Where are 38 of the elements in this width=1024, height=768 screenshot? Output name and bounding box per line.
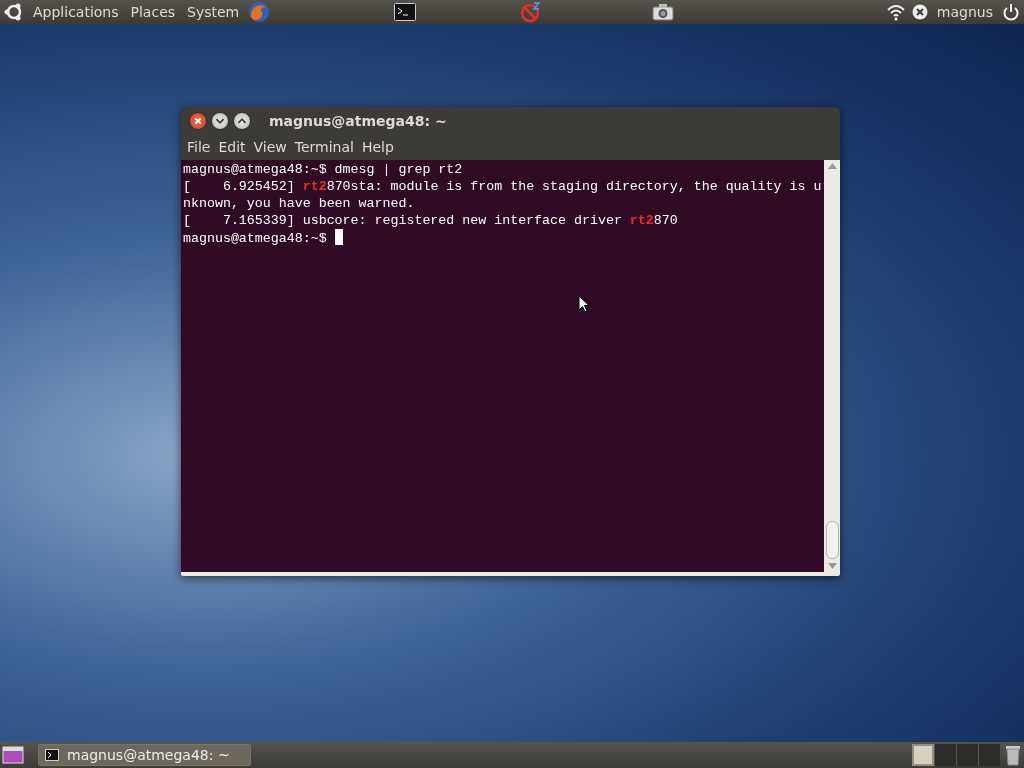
terminal-icon[interactable] [394, 3, 417, 21]
menu-item[interactable]: Help [357, 137, 398, 158]
terminal-line: magnus@atmega48:~$ dmesg | grep rt2 [183, 161, 464, 178]
camera-icon[interactable] [652, 3, 675, 21]
taskbar-button[interactable]: magnus@atmega48: ~ [38, 744, 251, 766]
panel-menu[interactable]: Places [127, 1, 179, 23]
trash-icon[interactable] [1004, 744, 1022, 766]
workspace-switcher[interactable] [978, 744, 1000, 766]
menu-item[interactable]: Edit [214, 137, 250, 158]
text-cursor [334, 229, 343, 245]
panel-menu[interactable]: System [184, 1, 243, 23]
browser-icon[interactable] [248, 1, 271, 23]
menu-item[interactable]: Terminal [290, 137, 358, 158]
scrollbar[interactable] [824, 160, 840, 572]
terminal-icon [45, 749, 59, 761]
mouse-pointer-icon [578, 295, 590, 313]
scrollbar-thumb[interactable] [825, 521, 839, 559]
menu-item[interactable]: File [183, 137, 215, 158]
minimize-button[interactable] [211, 112, 229, 130]
window-title: magnus@atmega48: ~ [269, 111, 447, 131]
terminal-line: magnus@atmega48:~$ [183, 229, 822, 247]
power-icon[interactable] [1002, 3, 1020, 21]
menu-item[interactable]: View [249, 137, 291, 158]
panel-menu[interactable]: Applications [30, 1, 122, 23]
blocked-sleep-icon[interactable] [520, 1, 543, 23]
close-button[interactable] [189, 112, 207, 130]
terminal-line: nknown, you have been warned. [183, 195, 416, 212]
maximize-button[interactable] [233, 112, 251, 130]
terminal-line: [ 7.165339] usbcore: registered new interface driver rt2870 [183, 212, 679, 229]
terminal-line: [ 6.925452] rt2870sta: module is from the staging directory, the quality is u [183, 178, 822, 195]
workspace-switcher[interactable] [956, 744, 978, 766]
status-x-icon[interactable] [911, 4, 928, 20]
workspace-switcher[interactable] [912, 744, 934, 766]
workspace-switcher[interactable] [934, 744, 956, 766]
logo-icon[interactable] [4, 2, 24, 22]
wifi-icon[interactable] [885, 3, 906, 21]
user-name[interactable]: magnus [933, 1, 996, 23]
desktop-icon[interactable] [2, 745, 24, 765]
